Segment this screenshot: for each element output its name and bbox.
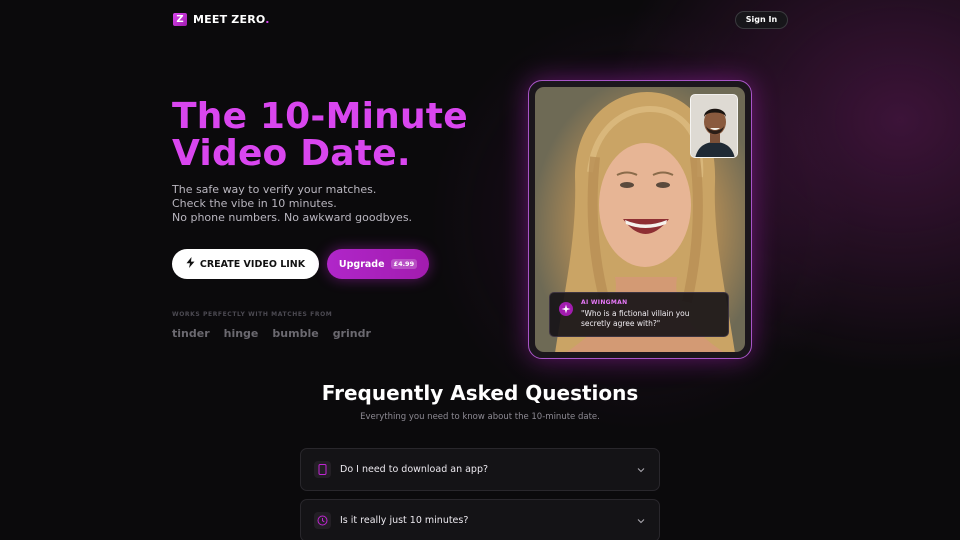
lightning-icon (186, 257, 195, 271)
chevron-down-icon[interactable] (636, 465, 646, 475)
clock-icon (314, 512, 331, 529)
create-video-link-button[interactable]: CREATE VIDEO LINK (172, 249, 319, 279)
brand-grindr: grindr (332, 327, 371, 340)
upgrade-button[interactable]: Upgrade £4.99 (327, 249, 429, 279)
logo-text: MEET ZERO. (193, 13, 270, 26)
create-video-link-label: CREATE VIDEO LINK (199, 258, 306, 270)
faq-subtitle: Everything you need to know about the 10… (360, 412, 600, 422)
chevron-down-icon[interactable] (636, 516, 646, 526)
faq-item-ten-minutes[interactable]: Is it really just 10 minutes? (300, 499, 660, 540)
faq-question: Do I need to download an app? (340, 464, 489, 475)
self-view-thumbnail[interactable] (690, 94, 738, 158)
faq-question: Is it really just 10 minutes? (340, 515, 469, 526)
works-with-label: WORKS PERFECTLY WITH MATCHES FROM (172, 311, 333, 318)
hero-subtitle-line: Check the vibe in 10 minutes. (172, 197, 337, 210)
brand-list: tinder hinge bumble grindr (172, 327, 371, 340)
logo[interactable]: Z MEET ZERO. (173, 13, 270, 26)
logo-dot: . (265, 13, 270, 26)
upgrade-label: Upgrade (338, 258, 385, 270)
ai-wingman-label: AI WINGMAN (581, 299, 628, 306)
brand-bumble: bumble (272, 327, 319, 340)
hero-subtitle: The safe way to verify your matches. Che… (172, 183, 412, 225)
hero-title: The 10-Minute Video Date. (172, 98, 492, 172)
faq-item-download-app[interactable]: Do I need to download an app? (300, 448, 660, 491)
logo-mark-icon: Z (173, 13, 187, 26)
video-feed: AI WINGMAN "Who is a fictional villain y… (535, 87, 745, 352)
logo-name: MEET ZERO (193, 13, 266, 26)
hero-subtitle-line: The safe way to verify your matches. (172, 183, 377, 196)
ai-wingman-prompt: "Who is a fictional villain you secretly… (581, 309, 690, 328)
ai-wingman-card: AI WINGMAN "Who is a fictional villain y… (549, 292, 729, 337)
brand-tinder: tinder (172, 327, 210, 340)
sign-in-button[interactable]: Sign In (735, 11, 788, 29)
video-preview-card: AI WINGMAN "Who is a fictional villain y… (528, 80, 752, 359)
man-video-image (691, 95, 737, 157)
phone-icon (314, 461, 331, 478)
sparkle-icon (559, 302, 573, 316)
hero-title-line-1: The 10-Minute (172, 96, 468, 137)
brand-hinge: hinge (223, 327, 259, 340)
hero-title-line-2: Video Date. (172, 133, 411, 174)
hero-subtitle-line: No phone numbers. No awkward goodbyes. (172, 211, 413, 224)
price-badge: £4.99 (390, 259, 418, 269)
faq-title: Frequently Asked Questions (321, 381, 639, 405)
